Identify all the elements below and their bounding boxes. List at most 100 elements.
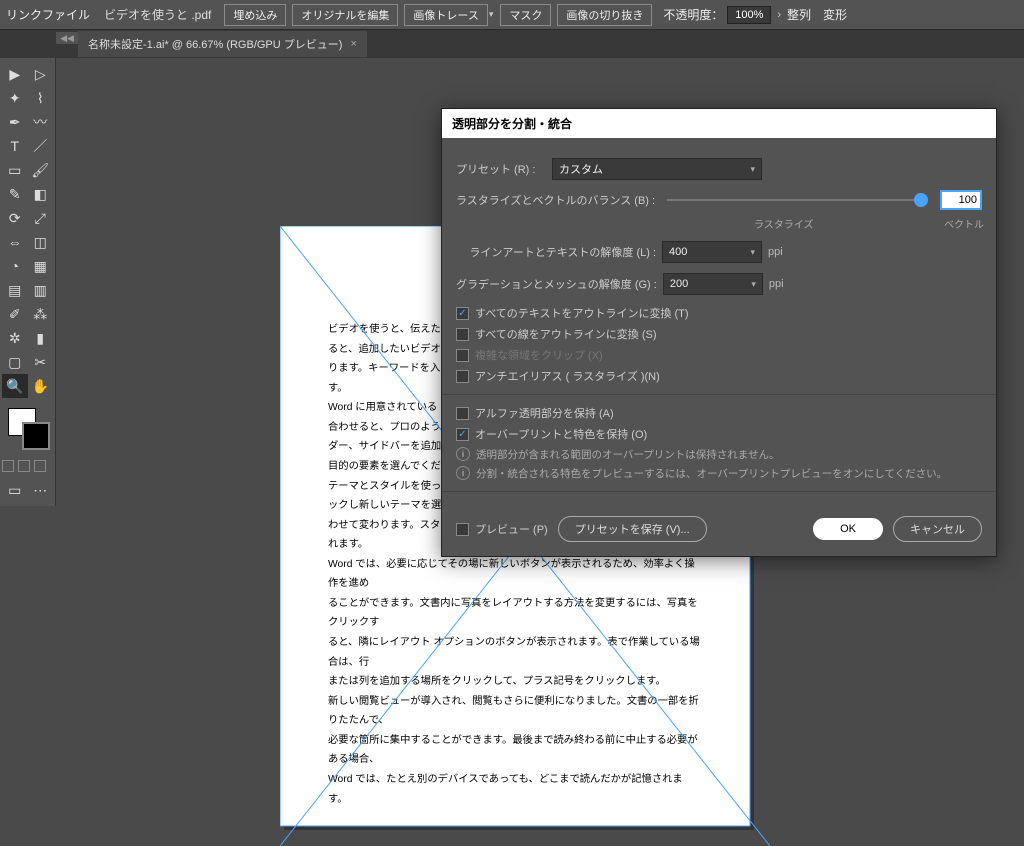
mesh-tool[interactable]: ▤ (2, 278, 28, 302)
eraser-tool[interactable]: ◧ (28, 182, 54, 206)
gradient-mode-icon[interactable] (18, 460, 30, 472)
image-trace-button[interactable]: 画像トレース (404, 4, 487, 26)
embed-button[interactable]: 埋め込み (224, 4, 286, 26)
pen-tool[interactable]: ✒ (2, 110, 28, 134)
document-tab-title: 名称未設定-1.ai* @ 66.67% (RGB/GPU プレビュー) (88, 36, 342, 52)
color-swatches[interactable] (2, 404, 53, 468)
paintbrush-tool[interactable]: 🖌 (28, 158, 54, 182)
balance-min-label: ラスタライズ (754, 216, 814, 231)
text-outline-checkbox[interactable] (456, 307, 469, 320)
overprint-label: オーバープリントと特色を保持 (O) (475, 426, 647, 442)
panel-collapse-handle[interactable]: ◀◀ (56, 32, 78, 44)
width-tool[interactable]: ⇔ (2, 230, 28, 254)
line-tool[interactable]: ／ (28, 134, 54, 158)
info-text-1: 透明部分が含まれる範囲のオーバープリントは保持されません。 (476, 447, 779, 462)
control-bar: リンクファイル ビデオを使うと .pdf 埋め込み オリジナルを編集 画像トレー… (0, 0, 1024, 30)
body-text: Word では、必要に応じてその場に新しいボタンが表示されるため、効率よく操作を… (328, 555, 702, 594)
clip-regions-checkbox (456, 349, 469, 362)
opacity-input[interactable] (727, 6, 771, 24)
gradient-res-label: グラデーションとメッシュの解像度 (G) : (456, 276, 657, 292)
dialog-title: 透明部分を分割・統合 (442, 109, 996, 138)
link-file-label[interactable]: リンクファイル (6, 6, 90, 23)
stroke-outline-checkbox[interactable] (456, 328, 469, 341)
balance-slider[interactable] (667, 199, 928, 201)
color-mode-icon[interactable] (2, 460, 14, 472)
graph-tool[interactable]: ▮ (28, 326, 54, 350)
body-text: 必要な箇所に集中することができます。最後まで読み終わる前に中止する必要がある場合… (328, 731, 702, 770)
crop-image-button[interactable]: 画像の切り抜き (557, 4, 652, 26)
direct-selection-tool[interactable]: ▷ (28, 62, 54, 86)
lineart-res-select[interactable]: 400 ▾ (662, 241, 762, 263)
lineart-res-label: ラインアートとテキストの解像度 (L) : (456, 244, 656, 260)
balance-label: ラスタライズとベクトルのバランス (B) : (456, 192, 655, 208)
preset-label: プリセット (R) : (456, 161, 546, 177)
stroke-swatch[interactable] (22, 422, 50, 450)
body-text: ることができます。文書内に写真をレイアウトする方法を変更するには、写真をクリック… (328, 594, 702, 633)
alpha-checkbox[interactable] (456, 407, 469, 420)
none-mode-icon[interactable] (34, 460, 46, 472)
preset-value: カスタム (559, 161, 603, 177)
flatten-transparency-dialog: 透明部分を分割・統合 プリセット (R) : カスタム ▾ ラスタライズとベクト… (441, 108, 997, 557)
text-outline-label: すべてのテキストをアウトラインに変換 (T) (475, 305, 689, 321)
edit-original-button[interactable]: オリジナルを編集 (292, 4, 398, 26)
slice-tool[interactable]: ✂ (28, 350, 54, 374)
body-text: ると、隣にレイアウト オプションのボタンが表示されます。表で作業している場合は、… (328, 633, 702, 672)
opacity-flyout-icon[interactable]: › (777, 9, 781, 21)
artboard-tool[interactable]: ▢ (2, 350, 28, 374)
selection-tool[interactable]: ▶ (2, 62, 28, 86)
preset-select[interactable]: カスタム ▾ (552, 158, 762, 180)
blend-tool[interactable]: ⁂ (28, 302, 54, 326)
overprint-checkbox[interactable] (456, 428, 469, 441)
stroke-outline-label: すべての線をアウトラインに変換 (S) (475, 326, 657, 342)
screen-mode-tool[interactable]: ▭ (2, 478, 28, 502)
antialias-checkbox[interactable] (456, 370, 469, 383)
preview-checkbox[interactable] (456, 523, 469, 536)
info-icon: i (456, 447, 470, 461)
transform-button[interactable]: 変形 (823, 6, 847, 23)
curvature-tool[interactable]: 〰 (28, 110, 54, 134)
edit-toolbar-icon[interactable]: ⋯ (28, 478, 54, 502)
eyedropper-tool[interactable]: ✐ (2, 302, 28, 326)
mask-button[interactable]: マスク (500, 4, 551, 26)
slider-thumb[interactable] (914, 193, 928, 207)
save-preset-button[interactable]: プリセットを保存 (V)... (558, 516, 707, 542)
gradient-res-select[interactable]: 200 ▾ (663, 273, 763, 295)
antialias-label: アンチエイリアス ( ラスタライズ )(N) (475, 368, 660, 384)
body-text: または列を追加する場所をクリックして、プラス記号をクリックします。 (328, 672, 702, 692)
gradient-res-value: 200 (670, 278, 688, 290)
scale-tool[interactable]: ⤢ (28, 206, 54, 230)
align-button[interactable]: 整列 (787, 6, 811, 23)
perspective-tool[interactable]: ▦ (28, 254, 54, 278)
image-trace-dropdown-icon[interactable]: ▾ (489, 9, 494, 20)
preview-label: プレビュー (P) (475, 521, 548, 537)
info-icon: i (456, 466, 470, 480)
lasso-tool[interactable]: ⌇ (28, 86, 54, 110)
linked-filename: ビデオを使うと .pdf (104, 6, 211, 23)
alpha-label: アルファ透明部分を保持 (A) (475, 405, 614, 421)
chevron-down-icon: ▾ (751, 279, 756, 290)
zoom-tool[interactable]: 🔍 (2, 374, 28, 398)
balance-value-input[interactable] (940, 190, 982, 210)
info-text-2: 分割・統合される特色をプレビューするには、オーバープリントプレビューをオンにして… (476, 466, 947, 481)
rectangle-tool[interactable]: ▭ (2, 158, 28, 182)
ok-button[interactable]: OK (813, 518, 883, 540)
document-tab-bar: 名称未設定-1.ai* @ 66.67% (RGB/GPU プレビュー) × (0, 30, 1024, 58)
clip-regions-label: 複雑な領域をクリップ (X) (475, 347, 603, 363)
ppi-unit: ppi (769, 278, 784, 290)
type-tool[interactable]: T (2, 134, 28, 158)
chevron-down-icon: ▾ (750, 164, 755, 175)
symbol-sprayer-tool[interactable]: ✲ (2, 326, 28, 350)
document-tab[interactable]: 名称未設定-1.ai* @ 66.67% (RGB/GPU プレビュー) × (78, 31, 367, 57)
magic-wand-tool[interactable]: ✦ (2, 86, 28, 110)
free-transform-tool[interactable]: ◫ (28, 230, 54, 254)
lineart-res-value: 400 (669, 246, 687, 258)
gradient-tool[interactable]: ▥ (28, 278, 54, 302)
shaper-tool[interactable]: ✎ (2, 182, 28, 206)
rotate-tool[interactable]: ⟳ (2, 206, 28, 230)
shape-builder-tool[interactable]: ◔ (2, 254, 28, 278)
cancel-button[interactable]: キャンセル (893, 516, 982, 542)
hand-tool[interactable]: ✋ (28, 374, 54, 398)
body-text: 新しい閲覧ビューが導入され、閲覧もさらに便利になりました。文書の一部を折りたたん… (328, 692, 702, 731)
ppi-unit: ppi (768, 246, 783, 258)
close-tab-icon[interactable]: × (350, 38, 356, 50)
